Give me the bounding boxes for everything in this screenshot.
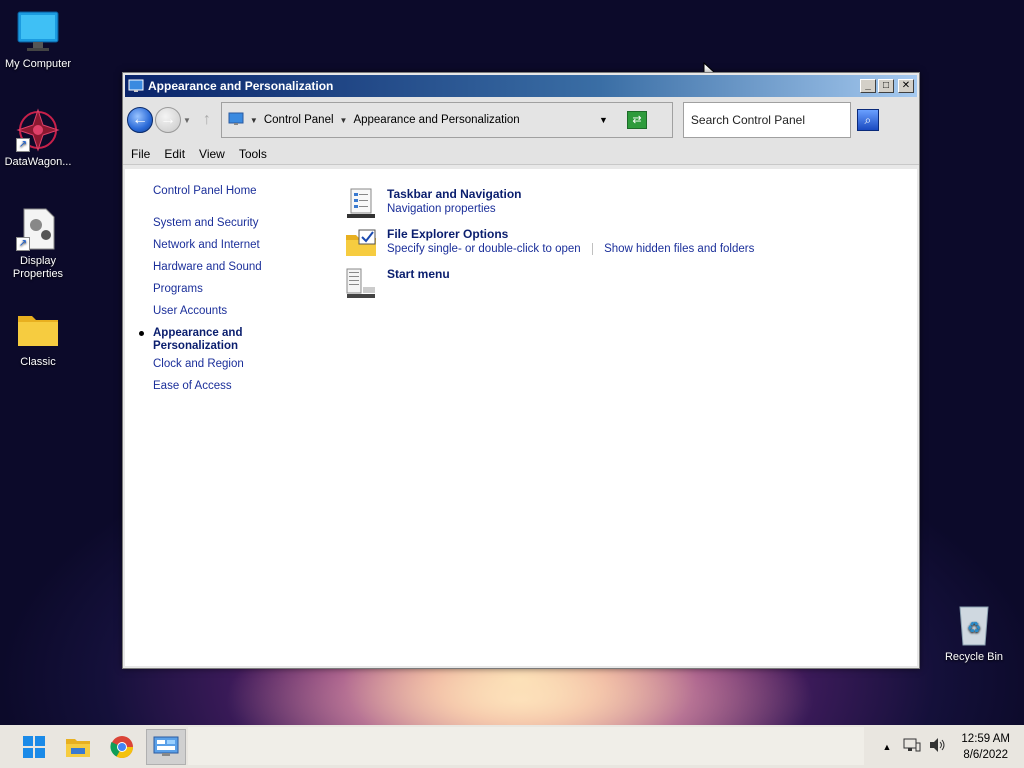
category-title-file-explorer[interactable]: File Explorer Options: [387, 227, 754, 241]
desktop-icon-datawagon[interactable]: ↗ DataWagon...: [0, 108, 76, 168]
desktop-icon-label: DataWagon...: [4, 156, 72, 168]
search-icon: ⌕: [864, 113, 872, 127]
window-title: Appearance and Personalization: [148, 79, 334, 93]
folder-icon: [16, 308, 60, 352]
control-panel-window: Appearance and Personalization _ □ ✕ ← →…: [122, 72, 920, 669]
breadcrumb-chevron-icon[interactable]: ▼: [250, 116, 258, 125]
shortcut-arrow-icon: ↗: [16, 237, 30, 251]
sidebar-active-label-line1: Appearance and: [153, 327, 243, 339]
taskbar: ▲ 12:59 AM 8/6/2022: [0, 725, 1024, 768]
control-panel-icon: [228, 112, 244, 129]
breadcrumb-chevron-icon[interactable]: ▼: [340, 116, 348, 125]
category-start-menu: Start menu: [345, 267, 450, 299]
sidebar-item-hardware-sound[interactable]: Hardware and Sound: [153, 261, 262, 283]
sidebar-item-system-security[interactable]: System and Security: [153, 217, 262, 239]
navigation-bar: ← → ▼ ↑ ▼ Control Panel ▼ Appearance and…: [123, 97, 919, 143]
file-explorer-icon: [66, 738, 90, 757]
control-panel-taskbar-button[interactable]: [146, 728, 186, 765]
svg-text:♻: ♻: [967, 620, 981, 637]
arrow-left-icon: ←: [132, 111, 148, 128]
sidebar-item-user-accounts[interactable]: User Accounts: [153, 305, 262, 327]
search-input[interactable]: Search Control Panel: [682, 102, 851, 138]
active-bullet-icon: [139, 331, 144, 336]
desktop-icon-display-properties[interactable]: ↗ Display Properties: [0, 207, 76, 281]
menu-edit[interactable]: Edit: [164, 147, 185, 161]
menu-bar: File Edit View Tools: [123, 143, 919, 165]
control-panel-icon: [153, 736, 179, 756]
taskbar-empty-area[interactable]: [188, 727, 864, 765]
volume-icon[interactable]: [929, 737, 947, 756]
link-separator: [591, 243, 593, 255]
control-panel-icon: [128, 79, 144, 93]
file-explorer-taskbar-button[interactable]: [58, 729, 98, 765]
maximize-button[interactable]: □: [878, 79, 894, 93]
forward-button[interactable]: →: [155, 107, 181, 133]
chrome-icon: [110, 735, 133, 758]
address-bar[interactable]: ▼ Control Panel ▼ Appearance and Persona…: [220, 102, 673, 138]
category-title-taskbar[interactable]: Taskbar and Navigation: [387, 187, 521, 201]
network-icon[interactable]: [903, 737, 921, 756]
desktop-icon-recycle-bin[interactable]: ♻ Recycle Bin: [936, 603, 1012, 663]
refresh-button[interactable]: ⇄: [626, 111, 647, 129]
category-title-start-menu[interactable]: Start menu: [387, 267, 450, 281]
content-pane: Control Panel Home System and Security N…: [125, 169, 917, 666]
clock-time: 12:59 AM: [961, 732, 1010, 745]
category-file-explorer-options: File Explorer Options Specify single- or…: [345, 227, 754, 259]
window-titlebar[interactable]: Appearance and Personalization _ □ ✕: [125, 75, 917, 97]
breadcrumb-appearance[interactable]: Appearance and Personalization: [353, 114, 519, 126]
up-arrow-icon[interactable]: ↑: [203, 111, 211, 129]
search-button[interactable]: ⌕: [856, 109, 879, 131]
sidebar-item-appearance-active: Appearance and Personalization: [139, 327, 262, 358]
desktop-icon-label: Classic: [20, 356, 56, 368]
close-button[interactable]: ✕: [898, 79, 914, 93]
desktop-icon-label: Recycle Bin: [944, 651, 1004, 663]
menu-view[interactable]: View: [199, 147, 225, 161]
menu-tools[interactable]: Tools: [239, 147, 267, 161]
show-hidden-icons-button[interactable]: ▲: [882, 742, 891, 752]
category-taskbar-navigation: Taskbar and Navigation Navigation proper…: [345, 187, 521, 219]
sidebar-item-programs[interactable]: Programs: [153, 283, 262, 305]
clock-date: 8/6/2022: [963, 748, 1009, 761]
sidebar-item-clock-region[interactable]: Clock and Region: [153, 358, 262, 380]
start-button[interactable]: [14, 729, 54, 765]
display-properties-icon: ↗: [16, 207, 60, 251]
taskbar-icon: [345, 187, 377, 219]
recent-pages-dropdown-icon[interactable]: ▼: [183, 116, 191, 125]
sidebar-item-ease-of-access[interactable]: Ease of Access: [153, 380, 262, 402]
system-tray: ▲ 12:59 AM 8/6/2022: [882, 731, 1024, 763]
breadcrumb-control-panel[interactable]: Control Panel: [264, 114, 334, 126]
sidebar-item-network-internet[interactable]: Network and Internet: [153, 239, 262, 261]
minimize-button[interactable]: _: [860, 79, 876, 93]
link-show-hidden-files[interactable]: Show hidden files and folders: [604, 243, 754, 255]
datawagon-icon: ↗: [16, 108, 60, 152]
chrome-taskbar-button[interactable]: [102, 729, 142, 765]
desktop-icon-classic-folder[interactable]: Classic: [0, 308, 76, 368]
back-button[interactable]: ←: [127, 107, 153, 133]
monitor-icon: [16, 10, 60, 54]
address-dropdown-icon[interactable]: ▼: [599, 115, 608, 125]
link-single-double-click[interactable]: Specify single- or double-click to open: [387, 243, 581, 255]
sidebar-item-home[interactable]: Control Panel Home: [153, 185, 262, 207]
sidebar-active-label-line2: Personalization: [153, 340, 238, 352]
sidebar: Control Panel Home System and Security N…: [139, 185, 262, 402]
start-menu-icon: [345, 267, 377, 299]
desktop-icon-my-computer[interactable]: My Computer: [0, 10, 76, 70]
taskbar-clock[interactable]: 12:59 AM 8/6/2022: [961, 731, 1010, 763]
link-navigation-properties[interactable]: Navigation properties: [387, 203, 496, 215]
windows-logo-icon: [23, 735, 45, 758]
recycle-bin-icon: ♻: [952, 603, 996, 647]
desktop-icon-label: Display Properties: [12, 255, 64, 280]
arrow-right-icon: →: [160, 111, 176, 128]
shortcut-arrow-icon: ↗: [16, 138, 30, 152]
menu-file[interactable]: File: [131, 147, 150, 161]
desktop-icon-label: My Computer: [4, 58, 72, 70]
folder-options-icon: [345, 227, 377, 259]
